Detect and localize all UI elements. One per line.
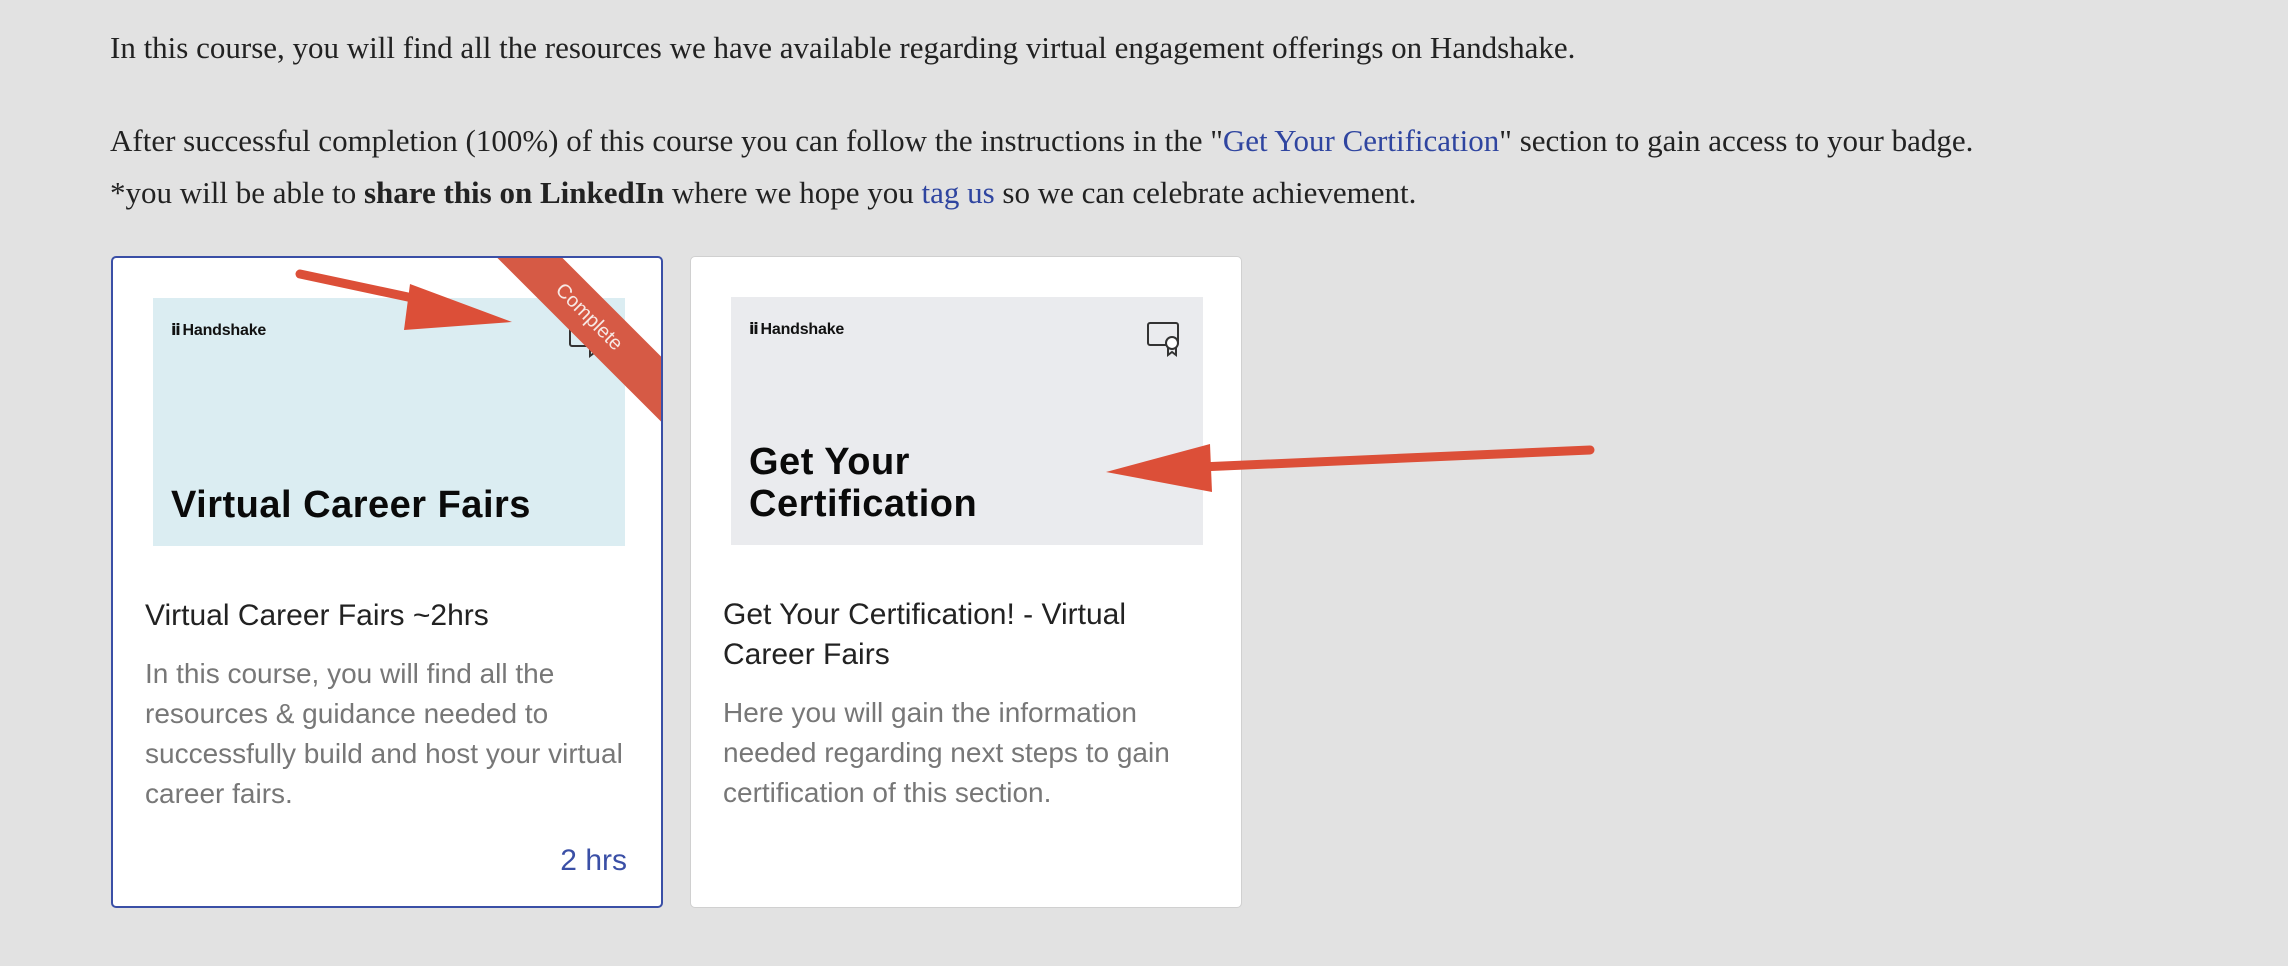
course-card-get-your-certification[interactable]: ⅱ Handshake Get Your Certification Get Yo… — [690, 256, 1242, 908]
get-your-certification-link[interactable]: Get Your Certification — [1223, 123, 1499, 158]
intro-line-2-start: After successful completion (100%) of th… — [110, 123, 1223, 158]
intro-line-2-end: " section to gain access to your badge. — [1499, 123, 1974, 158]
intro-line-2: After successful completion (100%) of th… — [110, 115, 1973, 167]
intro-line-1: In this course, you will find all the re… — [110, 30, 1576, 65]
tag-us-link[interactable]: tag us — [921, 175, 994, 210]
intro-line-3-end: so we can celebrate achievement. — [994, 175, 1417, 210]
certificate-icon — [1147, 322, 1179, 357]
card-description: Here you will gain the information neede… — [723, 697, 1170, 808]
course-thumbnail[interactable]: ⅱ Handshake Virtual Career Fairs — [153, 298, 625, 546]
handshake-logo: ⅱ Handshake — [749, 321, 845, 338]
thumbnail-title: Virtual Career Fairs — [171, 484, 531, 526]
linkedin-emphasis: share this on LinkedIn — [363, 175, 665, 210]
thumbnail-title: Get Your Certification — [749, 441, 977, 525]
card-title[interactable]: Get Your Certification! - Virtual Career… — [723, 595, 1203, 675]
course-card-virtual-career-fairs[interactable]: Complete ⅱ Handshake Virtual Career Fairs… — [111, 256, 663, 908]
card-title[interactable]: Virtual Career Fairs ~2hrs — [145, 596, 625, 636]
duration-label: 2 hrs — [560, 844, 627, 877]
intro-line-3-start: *you will be able to — [110, 175, 364, 210]
card-description: In this course, you will find all the re… — [145, 658, 623, 809]
intro-line-3-middle: where we hope you — [664, 175, 922, 210]
course-thumbnail[interactable]: ⅱ Handshake Get Your Certification — [731, 297, 1203, 545]
thumbnail-title-line-2: Certification — [749, 483, 978, 525]
course-intro: In this course, you will find all the re… — [110, 22, 1973, 219]
intro-line-3: *you will be able to share this on Linke… — [110, 167, 1973, 219]
thumbnail-title-line-1: Get Your — [749, 441, 910, 483]
handshake-logo: ⅱ Handshake — [171, 322, 267, 339]
